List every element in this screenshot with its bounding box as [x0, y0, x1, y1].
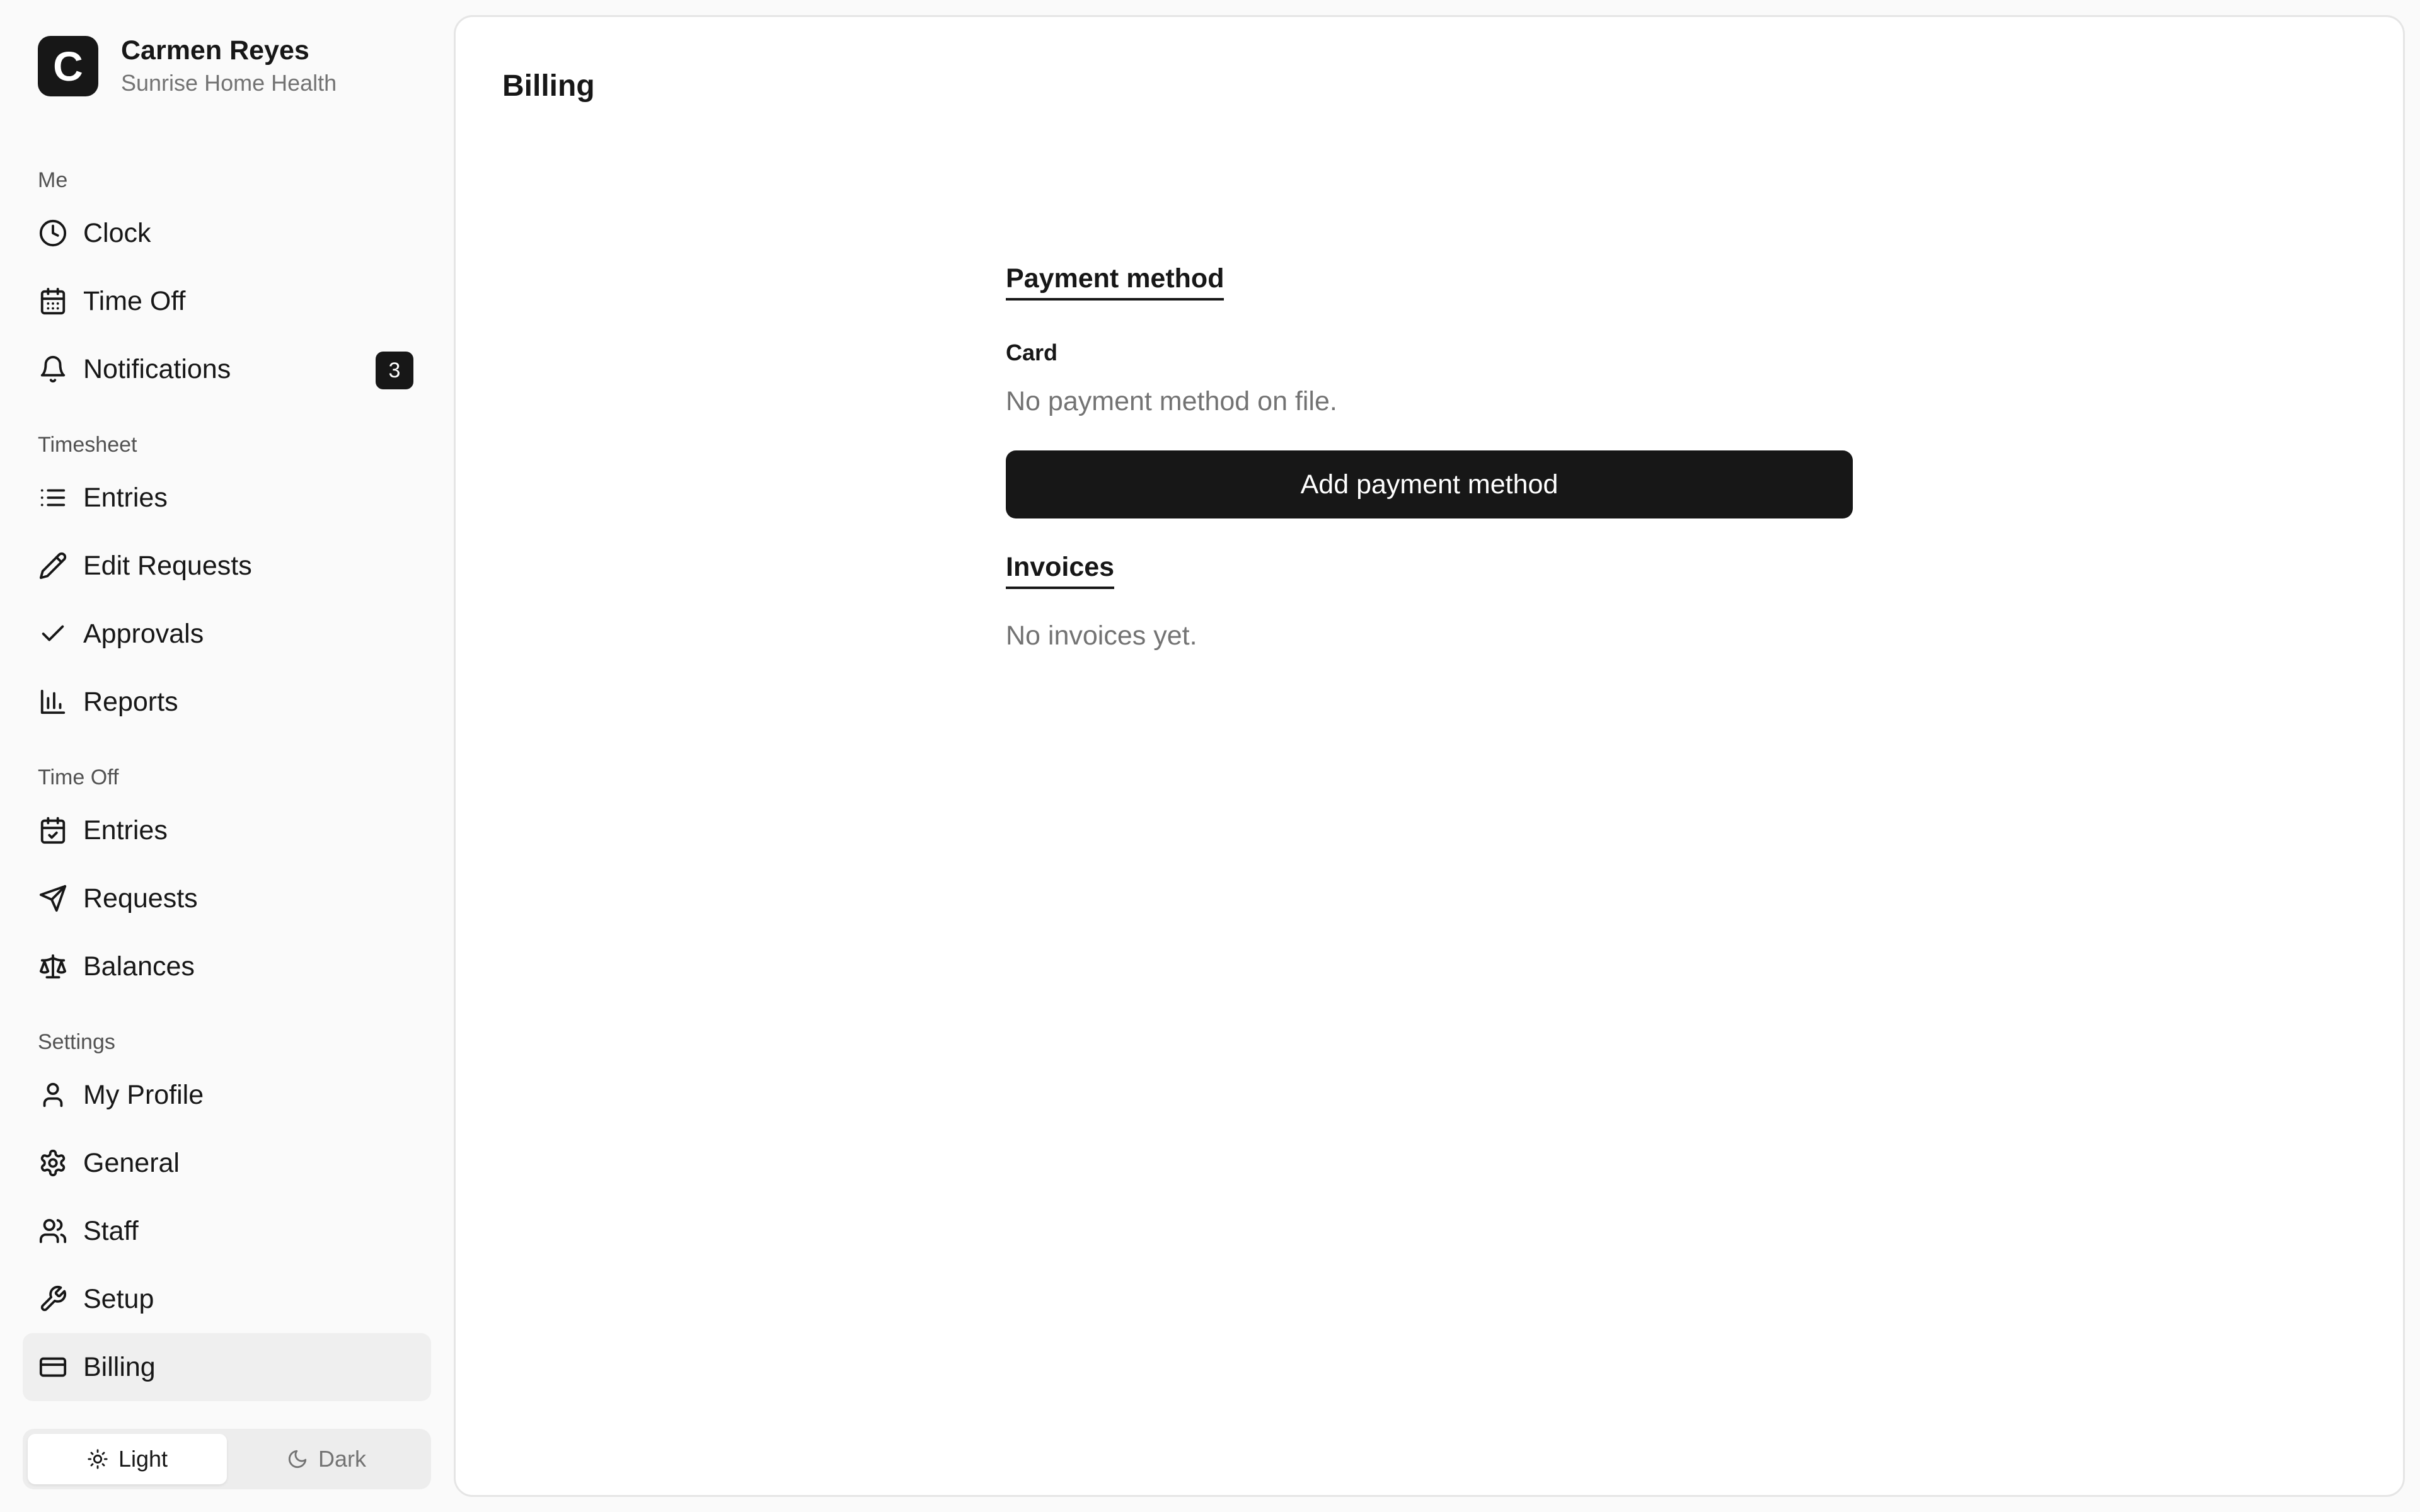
- sidebar-item-label: Time Off: [83, 285, 186, 316]
- billing-content: Payment method Card No payment method on…: [1006, 261, 1853, 653]
- sidebar-item-entries[interactable]: Entries: [23, 464, 431, 532]
- sidebar-item-reports[interactable]: Reports: [23, 668, 431, 736]
- sidebar-item-my-profile[interactable]: My Profile: [23, 1061, 431, 1129]
- list-icon: [38, 483, 68, 513]
- invoices-section: Invoices No invoices yet.: [1006, 518, 1853, 653]
- nav-group-label: Settings: [38, 1030, 115, 1054]
- org-company-name: Sunrise Home Health: [121, 70, 337, 96]
- sidebar-item-label: Entries: [83, 482, 168, 513]
- theme-light-button[interactable]: Light: [28, 1434, 227, 1484]
- sidebar-item-general[interactable]: General: [23, 1129, 431, 1197]
- sidebar-item-time-off[interactable]: Time Off: [23, 267, 431, 335]
- sidebar-item-label: My Profile: [83, 1079, 204, 1110]
- nav-group: Settings My Profile General Staff Setup Billi…: [23, 1023, 431, 1401]
- theme-light-label: Light: [118, 1446, 168, 1472]
- calendar-icon: [38, 286, 68, 316]
- org-user-name: Carmen Reyes: [121, 35, 309, 66]
- sidebar-item-label: Notifications: [83, 353, 231, 384]
- sidebar-item-label: Reports: [83, 686, 178, 717]
- app-root: C Carmen Reyes Sunrise Home Health Me Clo…: [0, 0, 2420, 1512]
- sidebar-item-notifications[interactable]: Notifications 3: [23, 335, 431, 403]
- sidebar-item-label: Entries: [83, 815, 168, 845]
- main-panel: Billing Payment method Card No payment m…: [454, 15, 2405, 1497]
- nav-group-label: Me: [38, 168, 68, 192]
- sidebar-item-requests[interactable]: Requests: [23, 864, 431, 932]
- sidebar-nav: Me Clock Time Off Notifications 3 Timesheet En…: [23, 161, 431, 1401]
- theme-toggle: Light Dark: [23, 1429, 431, 1489]
- calendar-check-icon: [38, 815, 68, 845]
- payment-method-heading: Payment method: [1006, 261, 1224, 301]
- scale-icon: [38, 951, 68, 982]
- nav-group: Timesheet Entries Edit Requests Approvals Re…: [23, 426, 431, 736]
- send-icon: [38, 883, 68, 914]
- sidebar-item-label: Requests: [83, 883, 198, 914]
- nav-group-label: Time Off: [38, 765, 119, 789]
- wrench-icon: [38, 1284, 68, 1314]
- sidebar-item-staff[interactable]: Staff: [23, 1197, 431, 1265]
- sidebar-item-label: Approvals: [83, 618, 204, 649]
- bell-icon: [38, 354, 68, 384]
- sidebar: C Carmen Reyes Sunrise Home Health Me Clo…: [0, 0, 454, 1512]
- page-title: Billing: [502, 69, 595, 103]
- org-logo: C: [38, 36, 98, 96]
- payment-method-section: Payment method Card No payment method on…: [1006, 261, 1853, 518]
- pencil-icon: [38, 551, 68, 581]
- bar-chart-icon: [38, 687, 68, 717]
- theme-dark-button[interactable]: Dark: [227, 1434, 426, 1484]
- sidebar-item-entries[interactable]: Entries: [23, 796, 431, 864]
- org-text: Carmen Reyes Sunrise Home Health: [121, 34, 337, 98]
- nav-group: Me Clock Time Off Notifications 3: [23, 161, 431, 403]
- sidebar-scroll-area[interactable]: C Carmen Reyes Sunrise Home Health Me Clo…: [0, 0, 454, 1414]
- moon-icon: [288, 1450, 307, 1469]
- sidebar-item-label: Clock: [83, 217, 151, 248]
- sidebar-item-label: General: [83, 1147, 180, 1178]
- check-icon: [38, 619, 68, 649]
- sidebar-item-label: Balances: [83, 951, 195, 982]
- nav-group-label: Timesheet: [38, 433, 137, 457]
- user-icon: [38, 1080, 68, 1110]
- sidebar-item-approvals[interactable]: Approvals: [23, 600, 431, 668]
- sidebar-item-setup[interactable]: Setup: [23, 1265, 431, 1333]
- gear-icon: [38, 1148, 68, 1178]
- sidebar-item-edit-requests[interactable]: Edit Requests: [23, 532, 431, 600]
- notification-count-badge: 3: [376, 352, 413, 389]
- sidebar-item-label: Setup: [83, 1283, 154, 1314]
- theme-dark-label: Dark: [318, 1446, 366, 1472]
- users-icon: [38, 1216, 68, 1246]
- sidebar-item-label: Staff: [83, 1215, 139, 1246]
- sidebar-item-label: Billing: [83, 1351, 156, 1382]
- sidebar-item-clock[interactable]: Clock: [23, 199, 431, 267]
- payment-empty-text: No payment method on file.: [1006, 386, 1337, 416]
- sun-icon: [88, 1449, 108, 1469]
- invoices-heading: Invoices: [1006, 550, 1115, 589]
- add-payment-method-button[interactable]: Add payment method: [1006, 450, 1853, 518]
- sidebar-item-label: Edit Requests: [83, 550, 252, 581]
- nav-group: Time Off Entries Requests Balances: [23, 759, 431, 1000]
- sidebar-item-balances[interactable]: Balances: [23, 932, 431, 1000]
- card-label: Card: [1006, 340, 1058, 365]
- invoices-empty-text: No invoices yet.: [1006, 621, 1197, 651]
- clock-icon: [38, 218, 68, 248]
- credit-card-icon: [38, 1352, 68, 1382]
- sidebar-item-billing[interactable]: Billing: [23, 1333, 431, 1401]
- org-header[interactable]: C Carmen Reyes Sunrise Home Health: [38, 34, 337, 98]
